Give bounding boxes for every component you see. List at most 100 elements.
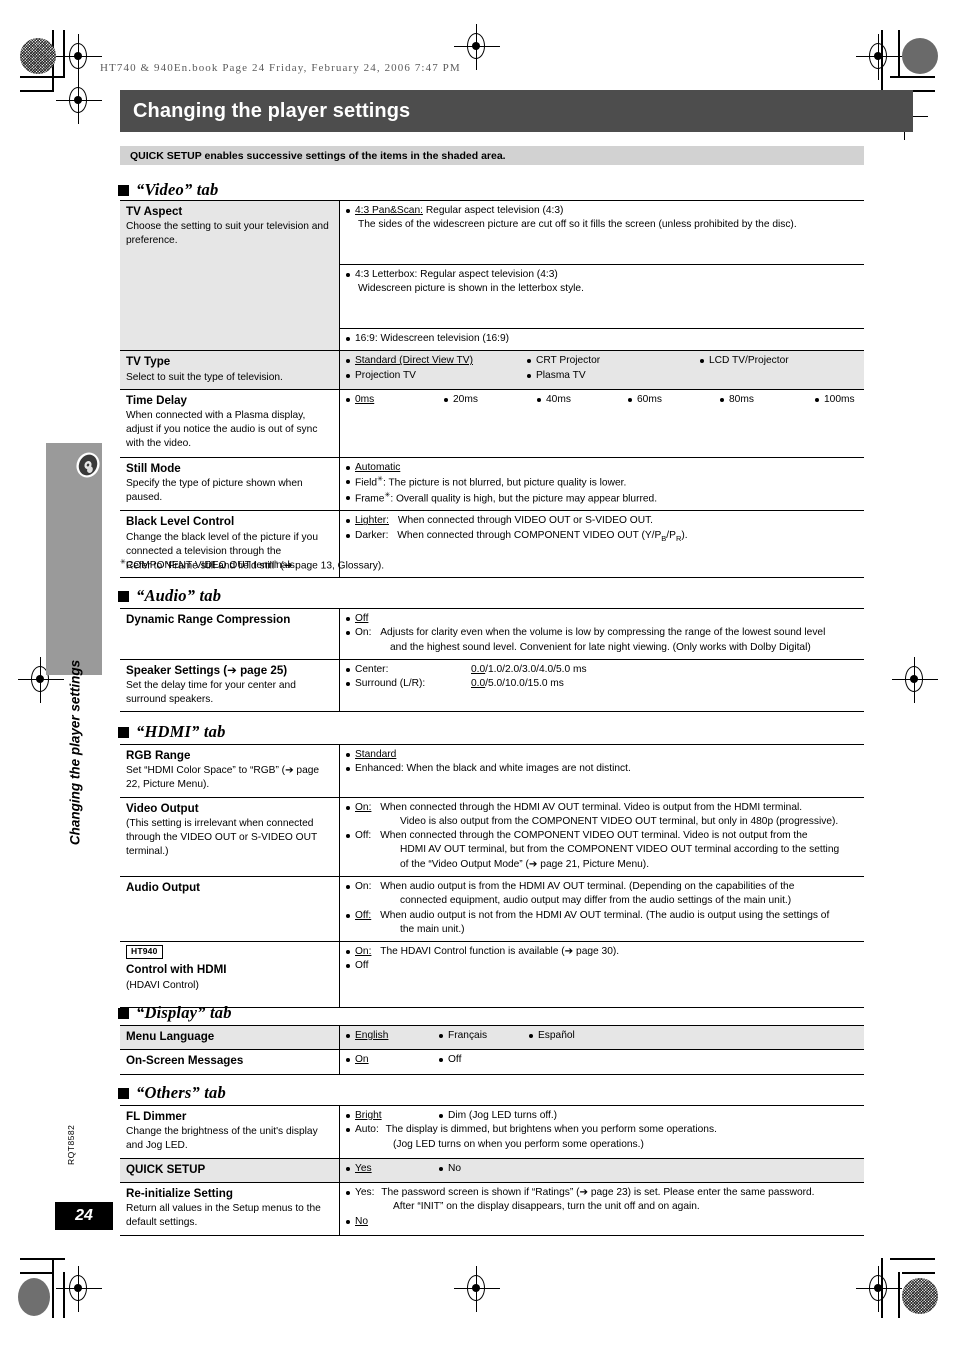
option-text: When audio output is not from the HDMI A… — [380, 909, 830, 921]
option-audio-out-off[interactable]: Off: When audio output is not from the H… — [346, 909, 860, 923]
option-projection-tv[interactable]: Projection TV — [346, 369, 527, 383]
option-letterbox[interactable]: 4:3 Letterbox: Regular aspect television… — [346, 268, 860, 282]
bullet-square-icon — [118, 590, 129, 602]
option-label: 4:3 Letterbox: — [355, 269, 418, 280]
option-lighter[interactable]: Lighter: When connected through VIDEO OU… — [346, 514, 860, 528]
option-crt-projector[interactable]: CRT Projector — [527, 354, 700, 368]
setting-desc: Set the delay time for your center and s… — [126, 680, 296, 706]
option-osd-on[interactable]: On — [346, 1053, 439, 1067]
cell-still-mode-options: Automatic Field✳: The picture is not blu… — [339, 456, 864, 512]
option-lang-espanol[interactable]: Español — [529, 1029, 575, 1043]
option-audio-out-off-cont: the main unit.) — [400, 923, 465, 935]
option-osd-off[interactable]: Off — [439, 1053, 461, 1067]
option-label: LCD TV/Projector — [709, 355, 789, 367]
option-field[interactable]: Field✳: The picture is not blurred, but … — [346, 475, 860, 491]
option-60ms[interactable]: 60ms — [628, 393, 720, 407]
option-reinit-no[interactable]: No — [346, 1215, 860, 1229]
option-16-9[interactable]: 16:9: Widescreen television (16:9) — [346, 332, 860, 346]
cell-control-with-hdmi-options: On: The HDAVI Control function is availa… — [339, 941, 864, 1009]
model-badge-ht940: HT940 — [126, 945, 163, 960]
option-40ms[interactable]: 40ms — [537, 393, 628, 407]
registration-mark — [56, 1266, 102, 1312]
option-label: 0ms — [355, 393, 375, 405]
option-label: On — [355, 1054, 369, 1066]
option-frame[interactable]: Frame✳: Overall quality is high, but the… — [346, 491, 860, 507]
table-row: HT940 Control with HDMI (HDAVI Control) … — [120, 941, 864, 1009]
cell-reinitialize-options: Yes: The password screen is shown if “Ra… — [339, 1181, 864, 1236]
table-row: QUICK SETUP Yes No — [120, 1157, 864, 1183]
option-rgb-standard[interactable]: Standard — [346, 748, 860, 762]
cell-video-output: Video Output (This setting is irrelevant… — [120, 796, 340, 877]
option-pan-scan[interactable]: 4:3 Pan&Scan: Regular aspect television … — [346, 204, 860, 218]
option-0ms[interactable]: 0ms — [346, 393, 444, 407]
option-audio-out-on[interactable]: On: When audio output is from the HDMI A… — [346, 880, 860, 894]
quick-setup-note-text: QUICK SETUP enables successive settings … — [130, 149, 506, 162]
option-quicksetup-yes[interactable]: Yes — [346, 1162, 439, 1176]
option-automatic[interactable]: Automatic — [346, 461, 860, 475]
option-hdavi-on[interactable]: On: The HDAVI Control function is availa… — [346, 945, 860, 959]
option-surround-delay[interactable]: Surround (L/R): 0.0/5.0/10.0/15.0 ms — [346, 677, 860, 691]
option-20ms[interactable]: 20ms — [444, 393, 537, 407]
option-80ms[interactable]: 80ms — [720, 393, 815, 407]
quick-setup-note: QUICK SETUP enables successive settings … — [120, 146, 864, 165]
others-settings-table: FL Dimmer Change the brightness of the u… — [120, 1105, 864, 1236]
option-label: Yes — [355, 1162, 372, 1174]
section-heading-others-label: “Others” tab — [136, 1083, 226, 1102]
option-drc-off[interactable]: Off — [346, 612, 860, 626]
option-label: CRT Projector — [536, 355, 601, 367]
option-drc-on[interactable]: On: Adjusts for clarity even when the vo… — [346, 626, 860, 640]
option-label: Automatic — [355, 461, 401, 473]
cell-tv-type: TV Type Select to suit the type of telev… — [120, 350, 340, 390]
option-label: No — [355, 1215, 369, 1227]
option-label: Surround (L/R): — [355, 678, 426, 690]
option-label: Standard (Direct View TV) — [355, 355, 473, 367]
option-label: 20ms — [453, 393, 478, 405]
option-fl-dim[interactable]: Dim (Jog LED turns off.) — [439, 1109, 557, 1123]
option-label: Auto: — [355, 1124, 379, 1136]
option-text: The HDAVI Control function is available … — [380, 946, 620, 958]
option-fl-bright[interactable]: Bright — [346, 1109, 439, 1123]
option-video-out-off-cont2: of the “Video Output Mode” (➔ page 21, P… — [400, 858, 650, 870]
option-fl-auto-cont: (Jog LED turns on when you perform some … — [393, 1138, 644, 1150]
option-quicksetup-no[interactable]: No — [439, 1162, 461, 1176]
option-standard[interactable]: Standard (Direct View TV) — [346, 354, 527, 368]
bullet-square-icon — [118, 726, 129, 738]
option-label: Frame — [355, 493, 385, 505]
setting-name: RGB Range — [126, 749, 191, 762]
table-row: Menu Language English Français Español — [120, 1024, 864, 1051]
option-reinit-yes[interactable]: Yes: The password screen is shown if “Ra… — [346, 1186, 860, 1200]
cell-fl-dimmer-options: Bright Dim (Jog LED turns off.) Auto: Th… — [339, 1105, 864, 1159]
option-letterbox-detail: Widescreen picture is shown in the lette… — [358, 283, 584, 295]
option-center-delay[interactable]: Center: 0.0/1.0/2.0/3.0/4.0/5.0 ms — [346, 663, 860, 677]
section-heading-hdmi-label: “HDMI” tab — [136, 722, 226, 741]
registration-mark — [892, 657, 938, 703]
cell-tv-aspect-opt1: 4:3 Pan&Scan: Regular aspect television … — [339, 200, 864, 265]
option-label: 60ms — [637, 393, 662, 405]
audio-settings-table: Dynamic Range Compression Off On: Adjust… — [120, 608, 864, 713]
option-lang-francais[interactable]: Français — [439, 1029, 529, 1043]
setting-name: QUICK SETUP — [126, 1162, 206, 1176]
option-label: On: — [355, 946, 372, 958]
cell-rgb-range: RGB Range Set “HDMI Color Space” to “RGB… — [120, 744, 340, 798]
option-darker[interactable]: Darker: When connected through COMPONENT… — [346, 529, 860, 545]
cell-black-level-options: Lighter: When connected through VIDEO OU… — [339, 510, 864, 579]
option-text: Adjusts for clarity even when the volume… — [380, 627, 826, 639]
option-hdavi-off[interactable]: Off — [346, 959, 860, 973]
option-video-out-off[interactable]: Off: When connected through the COMPONEN… — [346, 829, 860, 843]
option-video-out-on[interactable]: On: When connected through the HDMI AV O… — [346, 801, 860, 815]
option-label: Enhanced: When the black and white image… — [355, 763, 631, 775]
option-plasma-tv[interactable]: Plasma TV — [527, 369, 700, 383]
table-row: Video Output (This setting is irrelevant… — [120, 796, 864, 877]
option-label: Center: — [355, 663, 389, 675]
option-lang-english[interactable]: English — [346, 1029, 439, 1043]
table-row: On-Screen Messages On Off — [120, 1049, 864, 1075]
option-rgb-enhanced[interactable]: Enhanced: When the black and white image… — [346, 762, 860, 776]
option-fl-auto[interactable]: Auto: The display is dimmed, but brighte… — [346, 1123, 860, 1137]
section-heading-audio: “Audio” tab — [118, 586, 221, 606]
option-100ms[interactable]: 100ms — [815, 393, 855, 407]
option-value: Regular aspect television (4:3) — [425, 205, 564, 216]
cell-tv-type-options: Standard (Direct View TV) CRT Projector … — [339, 350, 864, 390]
option-lcd-tv-projector[interactable]: LCD TV/Projector — [700, 354, 789, 368]
setting-desc: (HDAVI Control) — [126, 979, 199, 991]
page-title-bar: Changing the player settings — [120, 90, 913, 132]
